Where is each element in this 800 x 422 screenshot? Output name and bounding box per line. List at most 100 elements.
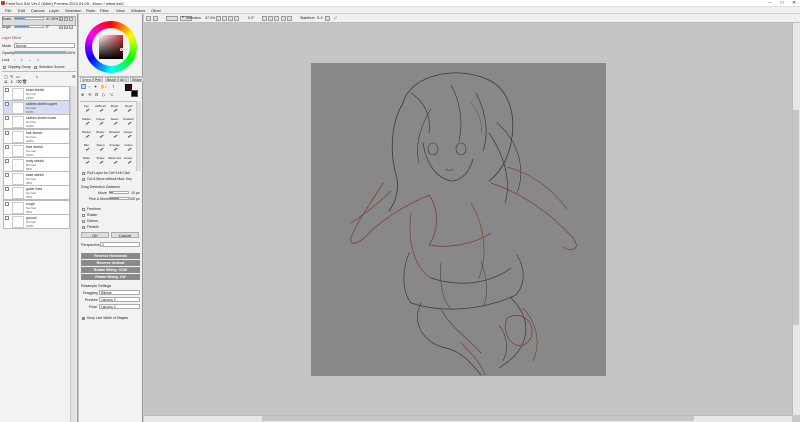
- minimize-button[interactable]: –: [764, 0, 776, 7]
- zoom-fit-button[interactable]: [228, 16, 233, 21]
- menu-selection[interactable]: Selection: [65, 8, 81, 13]
- tool-bucket[interactable]: Bucket: [80, 130, 93, 138]
- tool-blur[interactable]: Blur: [80, 143, 93, 151]
- tool-marker[interactable]: Marker: [80, 117, 93, 125]
- visibility-toggle-icon[interactable]: [5, 88, 9, 92]
- color-square[interactable]: [99, 35, 123, 59]
- tool-eraser[interactable]: Eraser: [122, 156, 135, 164]
- zoom-in-icon[interactable]: [153, 16, 158, 21]
- menu-view[interactable]: View: [116, 8, 125, 13]
- tab-brush[interactable]: Brush: [105, 77, 118, 82]
- rotate-ccw-button[interactable]: Rotate 90deg. CCW: [81, 267, 140, 273]
- tool-water[interactable]: Water: [80, 156, 93, 164]
- layer-row[interactable]: base sketch Normal 35%: [3, 171, 70, 187]
- menu-layer[interactable]: Layer: [49, 8, 59, 13]
- selection-source-checkbox[interactable]: Selection Source: [34, 65, 65, 69]
- menu-canvas[interactable]: Canvas: [31, 8, 45, 13]
- canvas-paper[interactable]: [311, 63, 606, 376]
- opacity-slider[interactable]: [14, 51, 66, 54]
- move-tool-icon[interactable]: [81, 84, 86, 89]
- layer-row[interactable]: head sketch Normal 100%: [3, 86, 70, 101]
- zoom-out-button[interactable]: -: [64, 17, 68, 21]
- menu-filter[interactable]: Filter: [100, 8, 109, 13]
- layer-row[interactable]: hair sketch Normal 100%: [3, 128, 70, 144]
- menu-file[interactable]: File: [5, 8, 11, 13]
- cancel-button[interactable]: Cancel: [111, 232, 139, 238]
- deform-checkbox[interactable]: Deform: [82, 219, 98, 223]
- perspective-field[interactable]: 0: [100, 242, 140, 247]
- cut-move-checkbox[interactable]: Cut & Move without Mod. Key: [82, 177, 132, 181]
- rotate-ccw-toolbar-button[interactable]: [262, 16, 267, 21]
- flip-horizontal-button[interactable]: [281, 16, 286, 21]
- tool-pen[interactable]: Pen: [80, 104, 93, 112]
- merge-down-icon[interactable]: ⇓: [10, 79, 13, 84]
- vertical-scroll-thumb[interactable]: [793, 110, 799, 325]
- resample-preview-select[interactable]: Lanczos 3: [99, 297, 140, 302]
- reverse-horizontal-button[interactable]: Reverse Horizontal: [81, 253, 140, 259]
- tool-smudge[interactable]: Smudge: [108, 143, 121, 151]
- reverse-vertical-button[interactable]: Reverse Vertical: [81, 260, 140, 266]
- rotate-cw-toolbar-button[interactable]: [268, 16, 273, 21]
- zoom-in-button[interactable]: +: [59, 17, 63, 21]
- tool-grid-scrollbar[interactable]: [136, 101, 141, 171]
- tool-brush[interactable]: Brush: [108, 104, 121, 112]
- rotate-right-button[interactable]: ›: [64, 25, 68, 29]
- zoom-minus-button[interactable]: [216, 16, 221, 21]
- tool-binary[interactable]: Binary: [94, 130, 107, 138]
- visibility-toggle-icon[interactable]: [5, 159, 9, 163]
- ok-button[interactable]: OK: [81, 232, 109, 238]
- tool-watercolor[interactable]: Watercolor: [108, 156, 121, 164]
- visibility-toggle-icon[interactable]: [5, 201, 9, 206]
- visibility-toggle-icon[interactable]: [5, 102, 9, 107]
- tab-select[interactable]: Select: [80, 77, 94, 82]
- visibility-toggle-icon[interactable]: [5, 144, 9, 149]
- layer-effect-header[interactable]: Layer Effect: [2, 36, 21, 40]
- zoom-plus-button[interactable]: [222, 16, 227, 21]
- tool-gradient[interactable]: Gradient: [122, 117, 135, 125]
- text-tool-icon[interactable]: T: [112, 84, 114, 89]
- symmetry-tool-icon[interactable]: ⌥: [109, 92, 114, 97]
- secondary-color-swatch[interactable]: [131, 90, 138, 97]
- selection-toggle-icon[interactable]: ▾: [182, 15, 184, 20]
- expand-icon[interactable]: ⤢: [334, 16, 337, 21]
- layer-row[interactable]: face sketch Normal 100%: [3, 142, 70, 158]
- tab-pen[interactable]: Pen: [93, 77, 104, 82]
- ruler-tool-icon[interactable]: ⊡: [95, 92, 98, 97]
- tool-eraser[interactable]: Eraser: [122, 130, 135, 138]
- flexible-checkbox[interactable]: Flexible: [82, 225, 99, 229]
- color-wheel[interactable]: [85, 21, 137, 73]
- visibility-toggle-icon[interactable]: [5, 173, 9, 178]
- resample-final-select[interactable]: Lanczos 3: [99, 304, 140, 309]
- tool-stamp[interactable]: Stamp: [94, 143, 107, 151]
- menu-edit[interactable]: Edit: [18, 8, 25, 13]
- tool-select[interactable]: Select: [108, 117, 121, 125]
- layer-row[interactable]: rough Normal 35%: [3, 199, 70, 215]
- visibility-toggle-icon[interactable]: [5, 187, 9, 192]
- move-distance-slider[interactable]: [109, 191, 129, 194]
- selection-label[interactable]: Selection: [186, 16, 201, 21]
- hand-tool-icon[interactable]: ✋: [100, 84, 105, 89]
- magic-wand-icon[interactable]: ✦: [94, 84, 97, 89]
- rotate-reset-toolbar-button[interactable]: [274, 16, 279, 21]
- tool-airbrush[interactable]: AirBrush: [94, 104, 107, 112]
- mask-icon[interactable]: ◐: [36, 74, 38, 79]
- pick-layer-checkbox[interactable]: Pick Layer for Ctrl+Left Click: [82, 171, 130, 175]
- view-mode-button[interactable]: [166, 16, 178, 21]
- rotate-checkbox[interactable]: Rotate: [82, 213, 97, 217]
- maximize-button[interactable]: □: [776, 0, 788, 7]
- zoom-tool-icon[interactable]: ⊕: [81, 92, 84, 97]
- canvas-area[interactable]: [144, 23, 792, 415]
- pick-move-slider[interactable]: [109, 197, 129, 200]
- clipping-group-checkbox[interactable]: Clipping Group: [3, 65, 31, 69]
- angle-toolbar-value[interactable]: 0.0°: [248, 16, 254, 21]
- rotate-cw-button[interactable]: Rotate 90deg. CW: [81, 274, 140, 280]
- layer-row[interactable]: ground Normal 100%: [3, 213, 70, 229]
- menu-other[interactable]: Other: [151, 8, 161, 13]
- visibility-toggle-icon[interactable]: [5, 130, 9, 135]
- layer-row[interactable]: clothes sketch lower Normal 100%: [3, 114, 70, 130]
- layer-settings-icon[interactable]: ☰: [72, 74, 76, 79]
- layer-row[interactable]: body sketch Normal 35%: [3, 157, 70, 172]
- tool-deselect[interactable]: Deselect: [108, 130, 121, 138]
- visibility-toggle-icon[interactable]: [5, 215, 9, 220]
- delete-layer-icon[interactable]: 🗑: [22, 79, 27, 84]
